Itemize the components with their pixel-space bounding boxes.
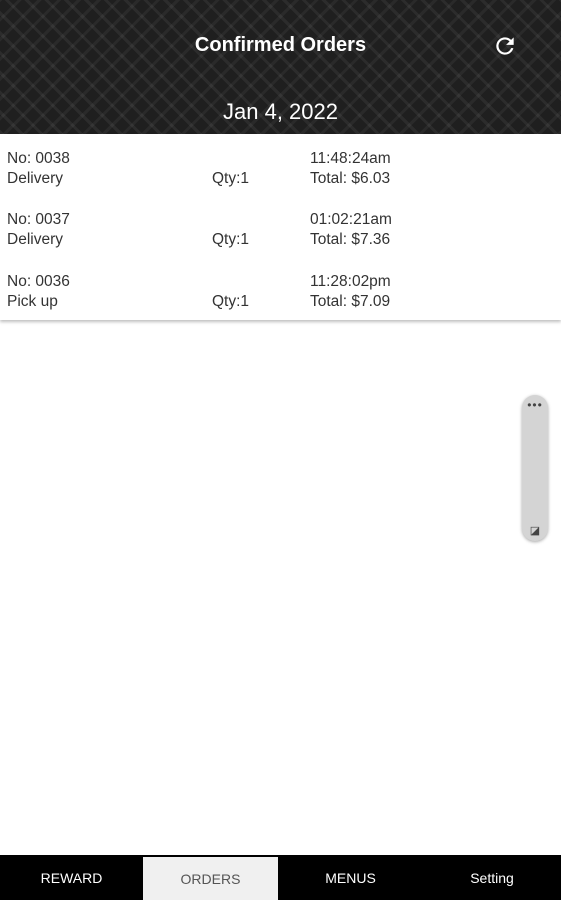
resize-icon[interactable]: ◪ [522,524,548,537]
order-type: Pick up [7,293,58,310]
ellipsis-icon[interactable]: ••• [522,398,548,412]
order-number: No: 0038 [7,150,70,167]
tab-orders[interactable]: ORDERS [143,855,278,900]
floating-side-panel[interactable]: ••• ◪ [522,395,548,541]
order-row[interactable]: No: 0038 Delivery Qty:1 11:48:24am Total… [0,150,561,196]
refresh-button[interactable] [489,30,521,62]
header: Confirmed Orders Jan 4, 2022 [0,0,561,134]
order-row[interactable]: No: 0037 Delivery Qty:1 01:02:21am Total… [0,211,561,257]
order-qty: Qty:1 [212,293,250,310]
tab-menus[interactable]: MENUS [278,855,423,900]
tab-reward[interactable]: REWARD [0,855,143,900]
order-number: No: 0036 [7,273,70,290]
order-total: Total: $6.03 [310,170,391,187]
order-qty: Qty:1 [212,170,250,187]
order-time: 11:48:24am [310,150,391,167]
order-time: 01:02:21am [310,211,392,228]
orders-list: No: 0038 Delivery Qty:1 11:48:24am Total… [0,134,561,320]
order-type: Delivery [7,231,63,248]
order-time: 11:28:02pm [310,273,391,290]
order-row[interactable]: No: 0036 Pick up Qty:1 11:28:02pm Total:… [0,273,561,319]
order-total: Total: $7.09 [310,293,391,310]
order-total: Total: $7.36 [310,231,391,248]
order-type: Delivery [7,170,63,187]
page-title: Confirmed Orders [194,34,367,56]
refresh-icon [496,37,514,55]
order-qty: Qty:1 [212,231,250,248]
bottom-nav: REWARD ORDERS MENUS Setting [0,855,561,900]
order-date: Jan 4, 2022 [223,99,338,124]
tab-setting[interactable]: Setting [423,855,561,900]
order-number: No: 0037 [7,211,70,228]
